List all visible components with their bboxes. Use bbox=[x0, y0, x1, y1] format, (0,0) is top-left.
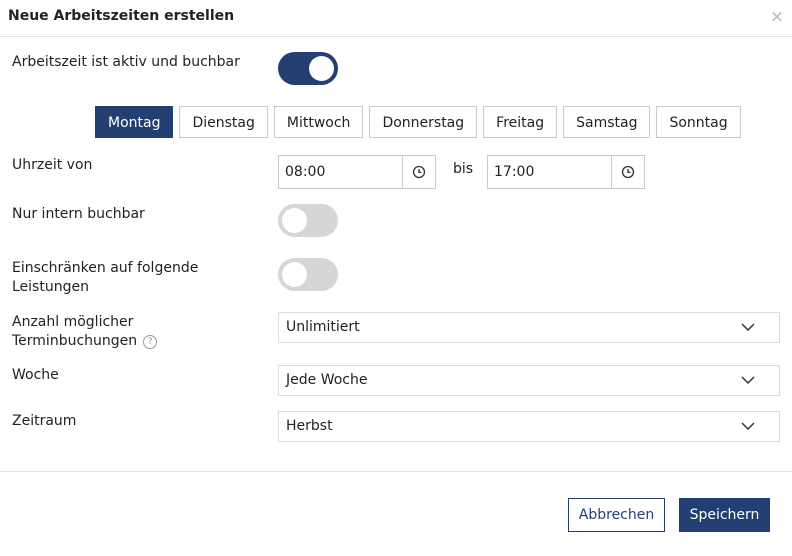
active-label: Arbeitszeit ist aktiv und buchbar bbox=[12, 54, 240, 70]
bookings-select[interactable]: Unlimitiert bbox=[278, 312, 780, 343]
close-icon[interactable]: × bbox=[770, 7, 784, 27]
toggle-knob bbox=[282, 208, 307, 233]
help-circle-icon[interactable]: ? bbox=[143, 335, 158, 349]
time-to-input[interactable] bbox=[488, 156, 611, 188]
time-to-field bbox=[487, 155, 645, 189]
period-select[interactable]: Herbst bbox=[278, 411, 780, 442]
toggle-knob bbox=[282, 262, 307, 287]
toggle-knob bbox=[309, 56, 334, 81]
internal-toggle[interactable] bbox=[278, 204, 338, 237]
save-button[interactable]: Speichern bbox=[679, 498, 770, 532]
restrict-label: Einschränken auf folgende Leistungen bbox=[12, 259, 198, 297]
tab-montag[interactable]: Montag bbox=[95, 106, 174, 138]
bookings-label-line2: Terminbuchungen bbox=[12, 333, 138, 349]
clock-icon[interactable] bbox=[402, 156, 435, 188]
chevron-down-icon bbox=[741, 422, 755, 431]
restrict-toggle[interactable] bbox=[278, 258, 338, 291]
day-tabs: Montag Dienstag Mittwoch Donnerstag Frei… bbox=[95, 106, 741, 138]
week-select-value: Jede Woche bbox=[286, 372, 368, 388]
tab-donnerstag[interactable]: Donnerstag bbox=[369, 106, 478, 138]
period-label: Zeitraum bbox=[12, 413, 77, 429]
restrict-label-line2: Leistungen bbox=[12, 279, 89, 295]
bookings-select-value: Unlimitiert bbox=[286, 319, 360, 335]
footer-divider bbox=[0, 471, 792, 472]
cancel-button[interactable]: Abbrechen bbox=[568, 498, 665, 532]
tab-dienstag[interactable]: Dienstag bbox=[179, 106, 268, 138]
tab-mittwoch[interactable]: Mittwoch bbox=[273, 106, 364, 138]
time-from-input[interactable] bbox=[279, 156, 402, 188]
dialog-title: Neue Arbeitszeiten erstellen bbox=[8, 8, 235, 24]
time-from-field bbox=[278, 155, 436, 189]
tab-samstag[interactable]: Samstag bbox=[563, 106, 651, 138]
tab-freitag[interactable]: Freitag bbox=[483, 106, 558, 138]
bookings-label-line1: Anzahl möglicher bbox=[12, 314, 134, 330]
bookings-label: Anzahl möglicher Terminbuchungen? bbox=[12, 313, 158, 351]
internal-label: Nur intern buchbar bbox=[12, 206, 145, 222]
week-label: Woche bbox=[12, 367, 59, 383]
restrict-label-line1: Einschränken auf folgende bbox=[12, 260, 199, 276]
chevron-down-icon bbox=[741, 323, 755, 332]
dialog: Neue Arbeitszeiten erstellen × Arbeitsze… bbox=[0, 0, 792, 556]
clock-icon[interactable] bbox=[611, 156, 644, 188]
time-separator: bis bbox=[453, 161, 474, 177]
tab-sonntag[interactable]: Sonntag bbox=[656, 106, 741, 138]
active-toggle[interactable] bbox=[278, 52, 338, 85]
chevron-down-icon bbox=[741, 376, 755, 385]
time-label: Uhrzeit von bbox=[12, 157, 93, 173]
week-select[interactable]: Jede Woche bbox=[278, 365, 780, 396]
period-select-value: Herbst bbox=[286, 418, 333, 434]
dialog-header: Neue Arbeitszeiten erstellen × bbox=[0, 0, 792, 37]
